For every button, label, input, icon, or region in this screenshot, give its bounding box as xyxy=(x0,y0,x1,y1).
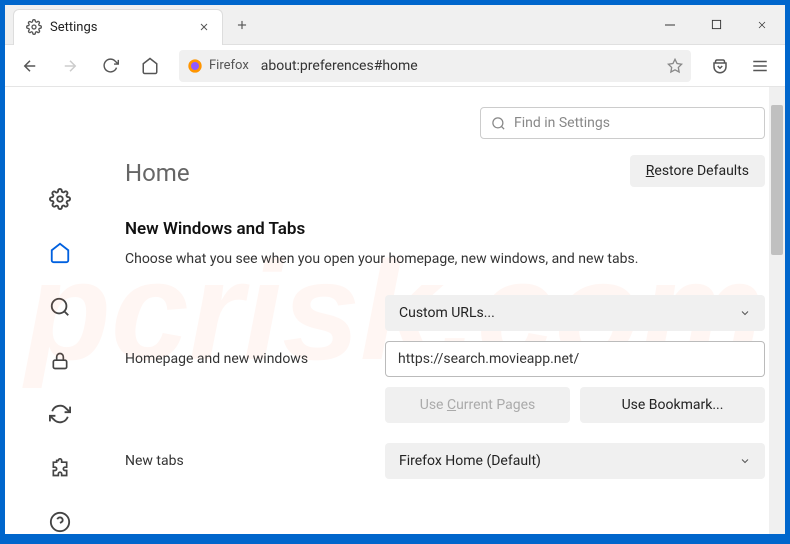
sidebar-sync[interactable] xyxy=(42,402,78,426)
minimize-button[interactable] xyxy=(647,5,693,45)
chevron-down-icon xyxy=(739,455,751,467)
bookmark-star-icon[interactable] xyxy=(667,58,683,74)
newtabs-dropdown-value: Firefox Home (Default) xyxy=(399,453,541,469)
homepage-dropdown-value: Custom URLs... xyxy=(399,305,495,321)
firefox-brand: Firefox xyxy=(187,58,249,74)
homepage-label: Homepage and new windows xyxy=(125,351,385,367)
newtabs-dropdown[interactable]: Firefox Home (Default) xyxy=(385,443,765,479)
firefox-icon xyxy=(187,58,203,74)
browser-tab[interactable]: Settings xyxy=(13,9,223,45)
tab-title: Settings xyxy=(50,20,198,35)
scrollbar-thumb[interactable] xyxy=(771,105,783,255)
refresh-button[interactable] xyxy=(93,49,127,83)
pocket-button[interactable] xyxy=(703,49,737,83)
sidebar-help[interactable] xyxy=(42,510,78,534)
newtabs-row: New tabs Firefox Home (Default) xyxy=(125,443,765,479)
address-bar[interactable]: Firefox about:preferences#home xyxy=(179,50,691,82)
titlebar: Settings xyxy=(5,5,785,45)
section-title: New Windows and Tabs xyxy=(125,219,765,239)
settings-sidebar xyxy=(5,87,115,534)
chevron-down-icon xyxy=(739,307,751,319)
window-controls xyxy=(647,5,785,45)
back-button[interactable] xyxy=(13,49,47,83)
toolbar: Firefox about:preferences#home xyxy=(5,45,785,87)
content-area: pcrisk.com xyxy=(5,87,785,534)
settings-main: Find in Settings Restore Defaults Home N… xyxy=(115,87,785,534)
newtabs-label: New tabs xyxy=(125,453,385,469)
sidebar-home[interactable] xyxy=(42,241,78,265)
sidebar-extensions[interactable] xyxy=(42,456,78,480)
home-button[interactable] xyxy=(133,49,167,83)
gear-icon xyxy=(26,19,42,35)
scrollbar[interactable] xyxy=(769,87,785,534)
url-text: about:preferences#home xyxy=(261,58,667,74)
search-icon xyxy=(491,116,506,131)
sidebar-general[interactable] xyxy=(42,187,78,211)
close-button[interactable] xyxy=(739,5,785,45)
menu-button[interactable] xyxy=(743,49,777,83)
settings-search-input[interactable]: Find in Settings xyxy=(480,107,765,139)
maximize-button[interactable] xyxy=(693,5,739,45)
sidebar-search[interactable] xyxy=(42,295,78,319)
section-description: Choose what you see when you open your h… xyxy=(125,251,765,267)
restore-defaults-button[interactable]: Restore Defaults xyxy=(630,155,765,187)
homepage-dropdown[interactable]: Custom URLs... xyxy=(385,295,765,331)
homepage-url-input[interactable] xyxy=(385,341,765,377)
homepage-row: Homepage and new windows Custom URLs... … xyxy=(125,295,765,423)
search-placeholder: Find in Settings xyxy=(514,115,610,131)
browser-window: Settings Firefo xyxy=(5,5,785,534)
new-tab-button[interactable] xyxy=(235,18,249,32)
sidebar-privacy[interactable] xyxy=(42,349,78,373)
tab-close-icon[interactable] xyxy=(198,21,210,33)
use-current-pages-button[interactable]: Use Current Pages xyxy=(385,387,570,423)
firefox-label: Firefox xyxy=(209,58,249,73)
forward-button[interactable] xyxy=(53,49,87,83)
use-bookmark-button[interactable]: Use Bookmark... xyxy=(580,387,765,423)
